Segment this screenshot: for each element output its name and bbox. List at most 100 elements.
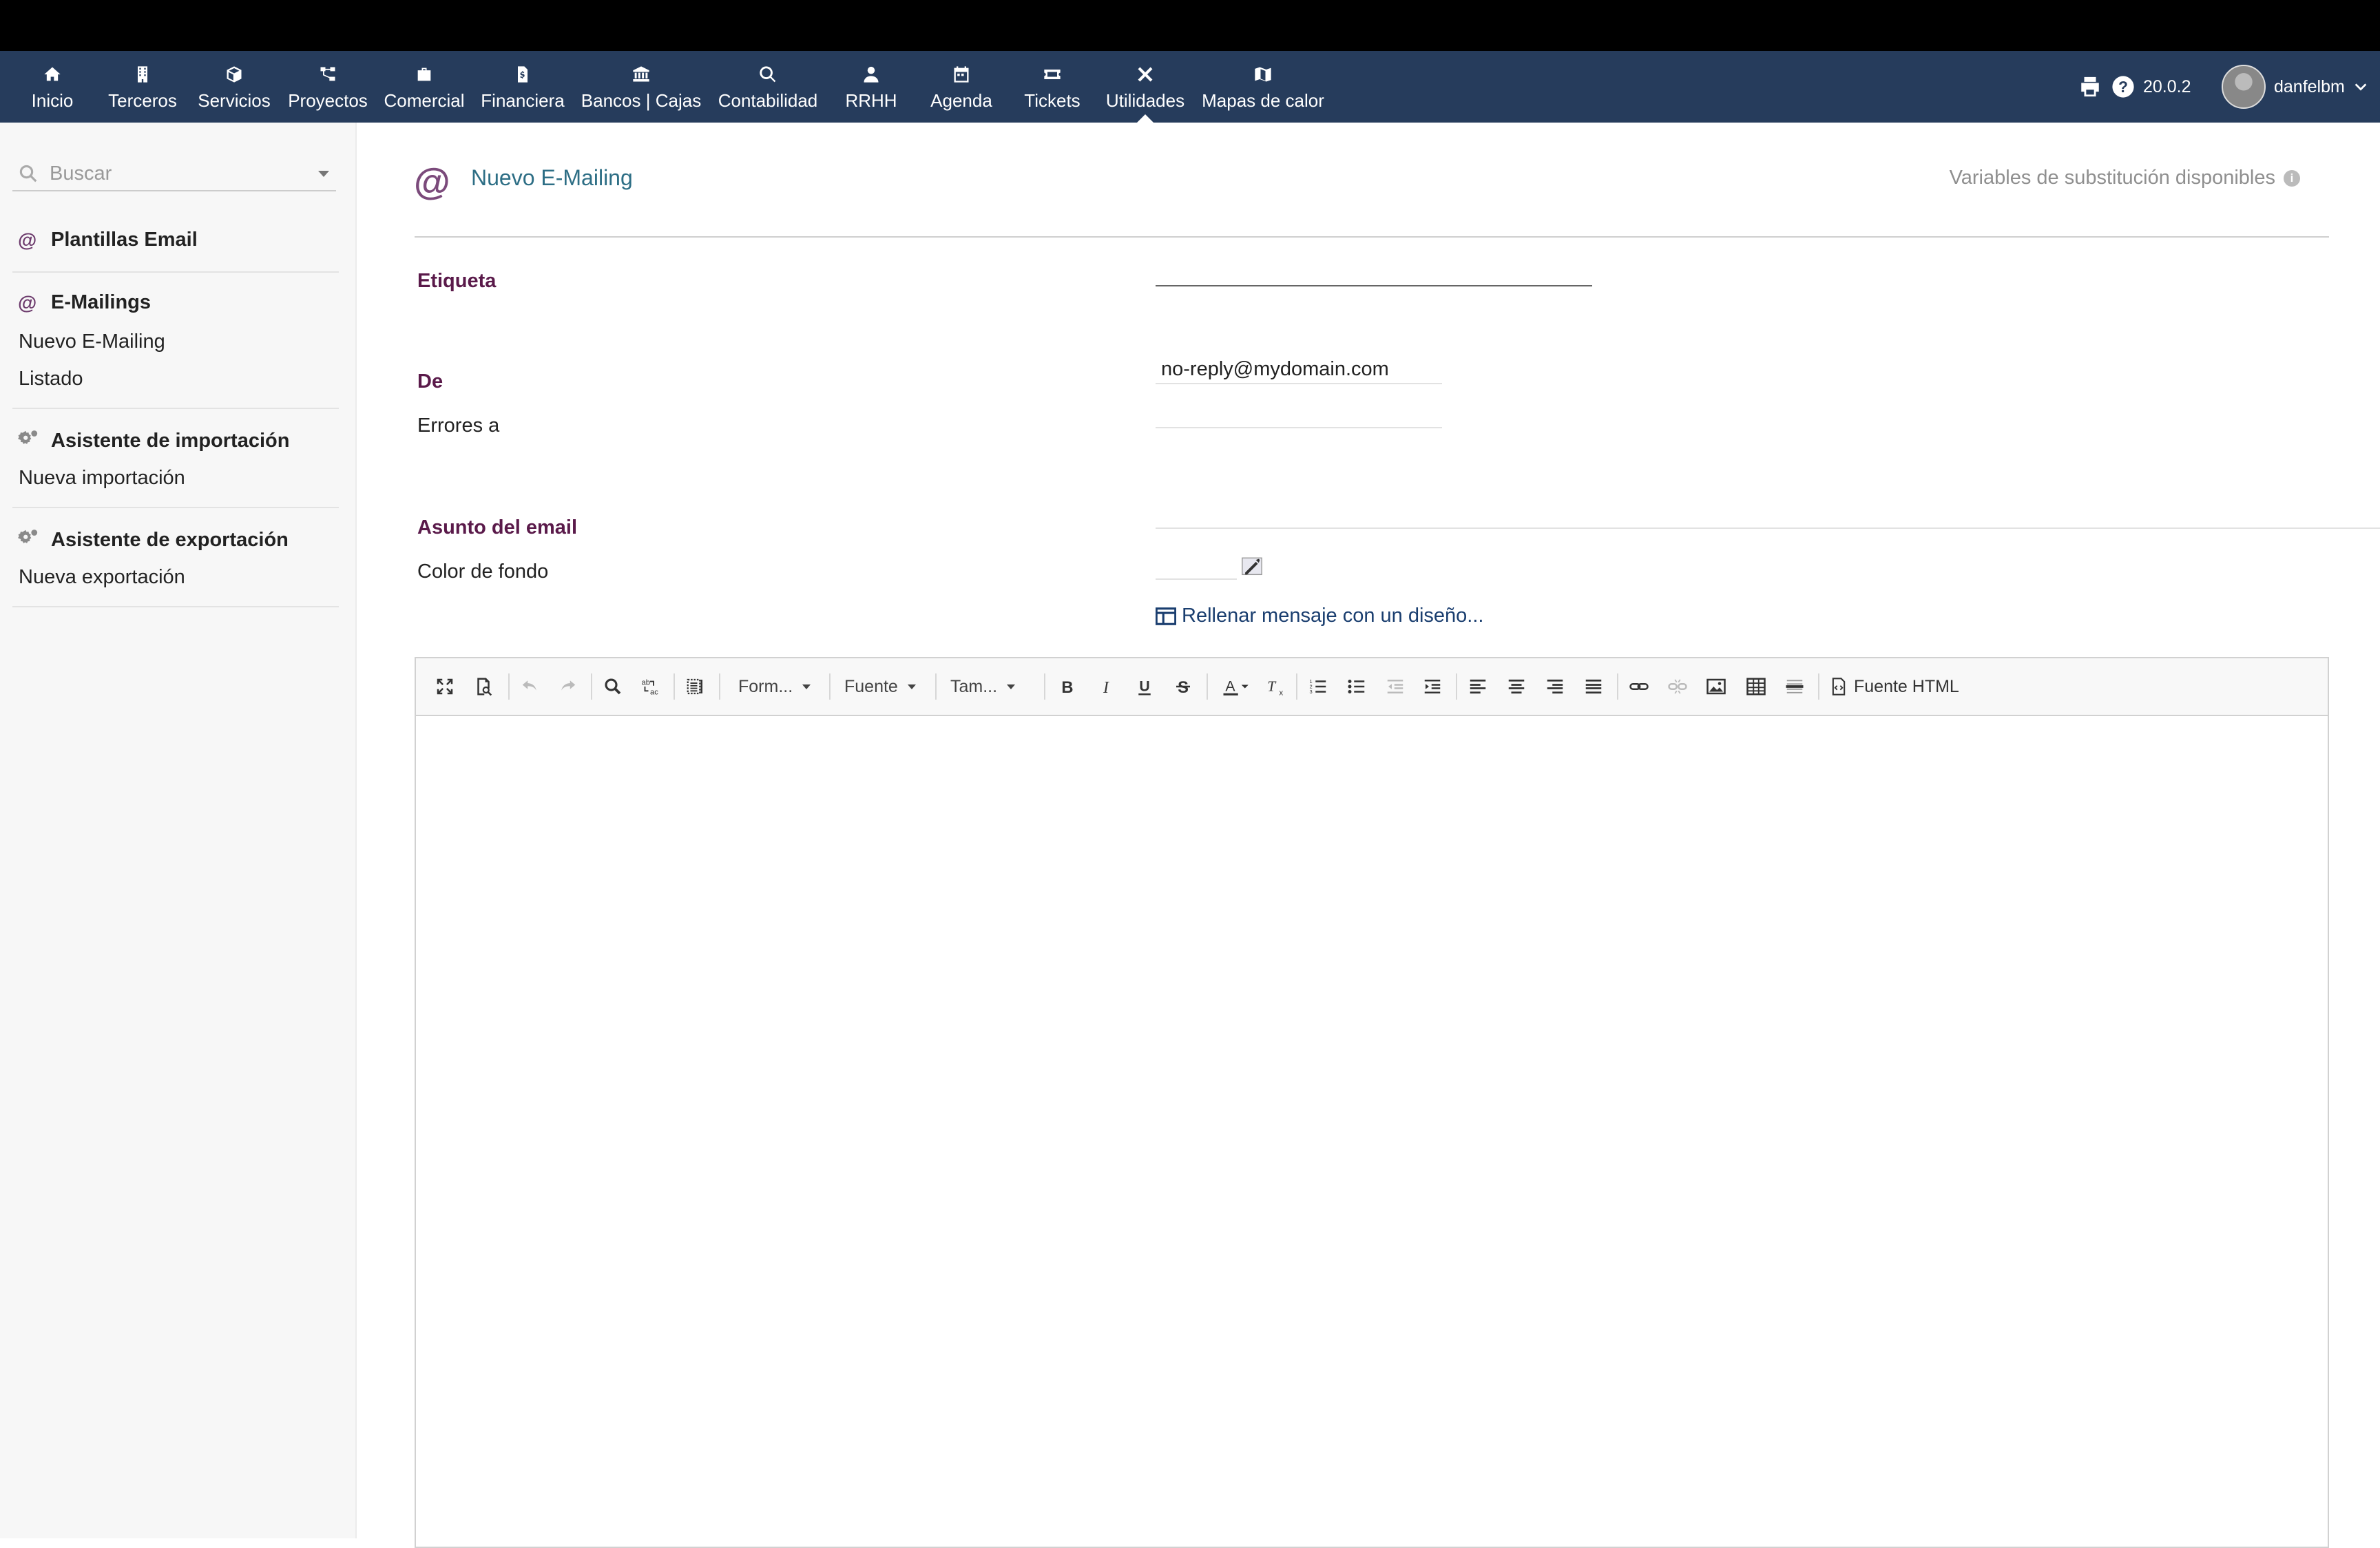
print-icon[interactable] bbox=[2078, 75, 2102, 98]
numbered-list-icon[interactable]: 123 bbox=[1306, 672, 1330, 701]
menu-link-nueva-importacion[interactable]: Nueva importación bbox=[19, 467, 185, 490]
indent-icon[interactable] bbox=[1420, 672, 1445, 701]
bulleted-list-icon[interactable] bbox=[1344, 672, 1369, 701]
background-color-input[interactable] bbox=[1156, 551, 1237, 580]
menu-divider bbox=[12, 606, 339, 607]
find-icon[interactable] bbox=[601, 672, 625, 701]
user-menu[interactable]: danfelbm bbox=[2222, 51, 2368, 123]
substitution-variables-link[interactable]: Variables de substitución disponibles i bbox=[1950, 167, 2300, 189]
search-icon bbox=[18, 163, 39, 184]
link-icon[interactable] bbox=[1627, 672, 1651, 701]
errors-to-input[interactable] bbox=[1156, 399, 1442, 428]
align-left-icon[interactable] bbox=[1465, 672, 1490, 701]
version-label: 20.0.2 bbox=[2143, 76, 2191, 96]
sidebar: Buscar @ Plantillas Email @ E-Mailings N… bbox=[0, 123, 357, 1538]
menu-divider bbox=[12, 408, 339, 409]
menu-title-asistente-exportacion[interactable]: Asistente de exportación bbox=[18, 527, 289, 553]
svg-text:ac: ac bbox=[650, 688, 658, 696]
subject-input[interactable] bbox=[1156, 500, 2380, 529]
source-html-button[interactable]: Fuente HTML bbox=[1829, 672, 1959, 701]
cube-icon bbox=[225, 63, 244, 86]
toolbar-separator bbox=[1818, 673, 1819, 700]
nav-item-bancos-cajas[interactable]: Bancos | Cajas bbox=[580, 51, 702, 123]
nav-item-tickets[interactable]: Tickets bbox=[1023, 51, 1081, 123]
align-center-icon[interactable] bbox=[1504, 672, 1529, 701]
menu-title-asistente-importacion[interactable]: Asistente de importación bbox=[18, 428, 289, 454]
fill-with-design-link[interactable]: Rellenar mensaje con un diseño... bbox=[1156, 605, 1483, 627]
caret-down-icon[interactable] bbox=[318, 170, 329, 177]
caret-down-icon bbox=[1007, 684, 1016, 689]
menu-title-e-mailings[interactable]: @ E-Mailings bbox=[18, 291, 151, 314]
horizontal-rule-icon[interactable] bbox=[1782, 672, 1807, 701]
from-email-input[interactable] bbox=[1156, 355, 1442, 384]
unlink-icon[interactable] bbox=[1665, 672, 1690, 701]
search-input[interactable]: Buscar bbox=[50, 163, 112, 185]
nav-item-mapas-de-calor[interactable]: Mapas de calor bbox=[1201, 51, 1325, 123]
source-html-label: Fuente HTML bbox=[1854, 676, 1959, 696]
italic-icon[interactable]: I bbox=[1094, 672, 1118, 701]
search-dollar-icon bbox=[758, 63, 777, 86]
maximize-icon[interactable] bbox=[432, 672, 457, 701]
outdent-icon[interactable] bbox=[1383, 672, 1408, 701]
svg-text:A: A bbox=[1225, 678, 1235, 694]
svg-text:x: x bbox=[1280, 689, 1284, 698]
size-dropdown[interactable]: Tam... bbox=[950, 672, 1016, 701]
toolbar-separator bbox=[935, 673, 937, 700]
menu-link-nuevo-e-mailing[interactable]: Nuevo E-Mailing bbox=[19, 331, 165, 353]
underline-icon[interactable]: U bbox=[1132, 672, 1157, 701]
text-color-icon[interactable]: A bbox=[1216, 672, 1255, 701]
align-right-icon[interactable] bbox=[1543, 672, 1567, 701]
menu-title-label: Asistente de importación bbox=[51, 430, 290, 452]
select-all-icon[interactable] bbox=[683, 672, 708, 701]
toolbar-separator bbox=[591, 673, 592, 700]
color-picker-icon[interactable] bbox=[1238, 555, 1266, 578]
help-icon[interactable]: ? bbox=[2111, 75, 2135, 98]
nav-item-servicios[interactable]: Servicios bbox=[196, 51, 273, 123]
user-tie-icon bbox=[862, 63, 881, 86]
building-icon bbox=[133, 63, 152, 86]
ticket-icon bbox=[1043, 63, 1062, 86]
format-dropdown[interactable]: Form... bbox=[738, 672, 811, 701]
etiqueta-input[interactable] bbox=[1156, 258, 1592, 286]
nav-item-agenda[interactable]: Agenda bbox=[930, 51, 993, 123]
nav-label: Proyectos bbox=[288, 90, 368, 111]
align-justify-icon[interactable] bbox=[1581, 672, 1606, 701]
image-icon[interactable] bbox=[1704, 672, 1729, 701]
editor-content-area[interactable] bbox=[416, 716, 2328, 1547]
menu-link-nueva-exportacion[interactable]: Nueva exportación bbox=[19, 566, 185, 589]
toolbar-separator bbox=[674, 673, 675, 700]
strikethrough-icon[interactable]: S bbox=[1171, 672, 1196, 701]
nav-label: Agenda bbox=[930, 90, 992, 111]
menu-title-label: E-Mailings bbox=[51, 291, 152, 313]
nav-item-proyectos[interactable]: Proyectos bbox=[286, 51, 369, 123]
toolbar-separator bbox=[1207, 673, 1208, 700]
editor-toolbar: abac Form... Fuente Tam... B I U S A Tx bbox=[416, 658, 2328, 716]
menu-title-label: Plantillas Email bbox=[51, 229, 198, 251]
nav-item-utilidades[interactable]: Utilidades bbox=[1105, 51, 1186, 123]
undo-icon[interactable] bbox=[518, 672, 543, 701]
menu-title-plantillas-email[interactable]: @ Plantillas Email bbox=[18, 229, 198, 251]
menu-link-listado[interactable]: Listado bbox=[19, 368, 83, 390]
remove-format-icon[interactable]: Tx bbox=[1260, 672, 1288, 701]
nav-item-inicio[interactable]: Inicio bbox=[29, 51, 76, 123]
toolbar-separator bbox=[1617, 673, 1618, 700]
etiqueta-label: Etiqueta bbox=[417, 270, 497, 292]
replace-icon[interactable]: ab ac bbox=[638, 672, 662, 701]
nav-item-contabilidad[interactable]: Contabilidad bbox=[718, 51, 818, 123]
search-box[interactable]: Buscar bbox=[12, 157, 336, 191]
bold-icon[interactable]: B bbox=[1055, 672, 1080, 701]
svg-text:3: 3 bbox=[1310, 689, 1313, 695]
nav-item-terceros[interactable]: Terceros bbox=[105, 51, 180, 123]
redo-icon[interactable] bbox=[555, 672, 580, 701]
nav-item-financiera[interactable]: Financiera bbox=[479, 51, 566, 123]
nav-item-comercial[interactable]: Comercial bbox=[383, 51, 466, 123]
username: danfelbm bbox=[2274, 76, 2345, 96]
table-icon[interactable] bbox=[1742, 672, 1770, 701]
nav-item-rrhh[interactable]: RRHH bbox=[844, 51, 898, 123]
font-dropdown[interactable]: Fuente bbox=[844, 672, 916, 701]
nav-right-tools: ? 20.0.2 bbox=[2078, 51, 2191, 123]
preview-icon[interactable] bbox=[471, 672, 496, 701]
nav-label: Utilidades bbox=[1105, 90, 1185, 111]
menu-divider bbox=[12, 507, 339, 508]
svg-text:ab: ab bbox=[642, 679, 651, 687]
